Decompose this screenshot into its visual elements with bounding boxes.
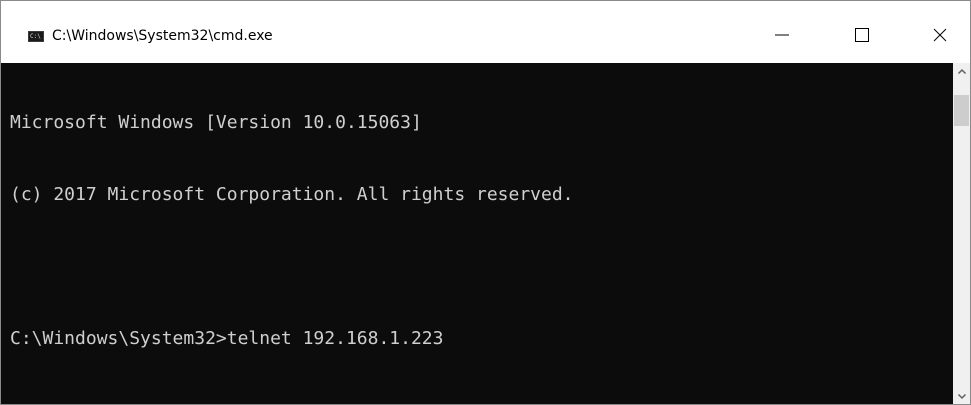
console-command-line: C:\Windows\System32>telnet 192.168.1.223: [10, 328, 444, 349]
close-icon: [933, 28, 947, 42]
scroll-down-button[interactable]: [953, 387, 970, 404]
scrollbar-thumb[interactable]: [954, 95, 969, 126]
vertical-scrollbar[interactable]: [953, 63, 970, 404]
maximize-button[interactable]: [838, 15, 886, 55]
console-line: Microsoft Windows [Version 10.0.15063]: [10, 112, 422, 133]
minimize-button[interactable]: [758, 15, 806, 55]
cmd-icon-label: C:\: [30, 33, 41, 40]
cmd-icon[interactable]: C:\: [28, 31, 44, 42]
console-line: (c) 2017 Microsoft Corporation. All righ…: [10, 184, 574, 205]
chevron-up-icon: [957, 68, 966, 74]
minimize-icon: [775, 34, 789, 36]
scroll-up-button[interactable]: [953, 63, 970, 80]
maximize-icon: [855, 28, 869, 42]
chevron-down-icon: [957, 393, 966, 399]
window-title: C:\Windows\System32\cmd.exe: [52, 28, 273, 44]
console-output: Microsoft Windows [Version 10.0.15063] (…: [10, 63, 950, 399]
cmd-window: C:\ C:\Windows\System32\cmd.exe Microsof…: [0, 0, 971, 405]
title-bar[interactable]: C:\ C:\Windows\System32\cmd.exe: [1, 1, 970, 63]
close-button[interactable]: [916, 15, 964, 55]
console-area[interactable]: Microsoft Windows [Version 10.0.15063] (…: [1, 63, 953, 404]
